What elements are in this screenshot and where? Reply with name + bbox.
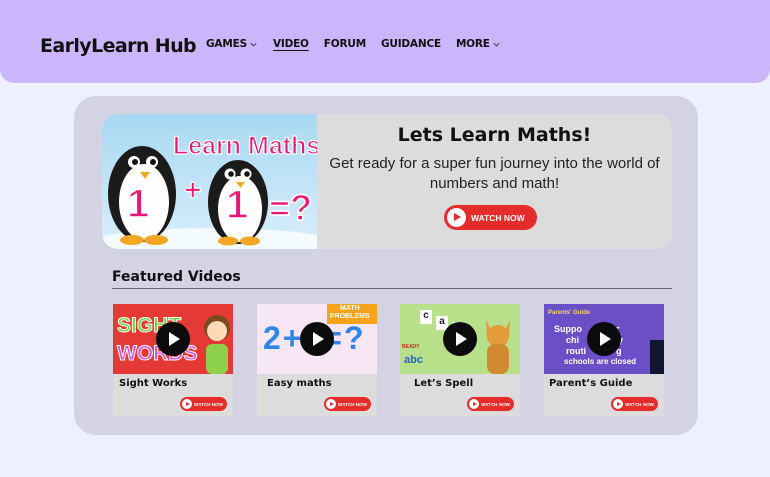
play-icon [182,399,192,409]
nav-more-label: MORE [455,38,490,50]
video-card-lets-spell[interactable]: c a t abc READY Let’s Spell WATCH NOW [400,304,520,416]
hero-thumb-digit-b: 1 [226,183,248,227]
video-card-parents-guide[interactable]: Parents' Guide Suppo r chi y routi g sch… [544,304,664,416]
chevron-down-icon [250,42,257,46]
brand-logo[interactable]: EarlyLearn Hub [40,35,197,57]
hero-video-thumbnail[interactable]: Learn Maths 1 + 1 =? [102,114,317,249]
hero-banner: Learn Maths 1 + 1 =? Lets Learn Maths! G… [102,114,672,249]
nav-games[interactable]: GAMES [206,38,258,50]
video-title: Easy maths [267,378,332,389]
top-header: EarlyLearn Hub GAMES VIDEO FORUM GUIDANC… [0,0,770,83]
nav-games-label: GAMES [206,38,247,50]
thumb-text: Suppo [554,324,582,334]
video-thumbnail[interactable]: SIGHT WORDS [113,304,233,374]
nav-video[interactable]: VIDEO [273,38,309,50]
watch-now-button[interactable]: WATCH NOW [180,397,227,411]
thumb-text: READY [402,344,420,350]
nav-video-label: VIDEO [272,38,309,50]
featured-videos-heading: Featured Videos [112,269,241,285]
video-thumbnail[interactable]: Parents' Guide Suppo r chi y routi g sch… [544,304,664,374]
thumb-text: c [420,310,432,324]
watch-now-button[interactable]: WATCH NOW [324,397,371,411]
play-button-icon[interactable] [156,322,190,356]
video-thumbnail[interactable]: c a t abc READY [400,304,520,374]
girl-illustration [204,315,230,374]
thumb-text: MATH [340,305,360,312]
nav-more[interactable]: MORE [456,38,501,50]
hero-thumb-digit-a: 1 [127,182,149,226]
video-title: Parent’s Guide [549,378,633,389]
cat-illustration [486,320,510,374]
hero-subtitle: Get ready for a super fun journey into t… [329,155,660,192]
thumb-figure [650,340,664,374]
play-icon [469,399,479,409]
play-button-icon[interactable] [300,322,334,356]
video-thumbnail[interactable]: MATH PROBLEMS 2+5=? [257,304,377,374]
nav-guidance[interactable]: GUIDANCE [381,38,441,50]
watch-now-label: WATCH NOW [194,401,224,407]
watch-now-label: WATCH NOW [338,401,368,407]
thumb-text: chi [566,335,580,345]
thumb-text: abc [404,354,423,366]
video-card-sight-works[interactable]: SIGHT WORDS Sight Works WATCH NOW [113,304,233,416]
penguins-illustration: Learn Maths 1 + 1 =? [102,131,317,249]
video-title: Let’s Spell [414,378,474,389]
watch-now-label: WATCH NOW [481,401,511,407]
nav-guidance-label: GUIDANCE [380,38,441,50]
thumb-text: PROBLEMS [330,313,370,320]
play-button-icon[interactable] [587,322,621,356]
section-divider [112,288,672,289]
thumb-text: Parents' Guide [548,310,591,316]
hero-title: Lets Learn Maths! [397,124,592,146]
hero-thumb-equals: =? [269,187,312,228]
play-icon [326,399,336,409]
nav-forum[interactable]: FORUM [324,38,366,50]
hero-thumb-headline: Learn Maths [173,132,317,160]
nav-forum-label: FORUM [323,38,366,50]
hero-thumb-plus: + [184,174,202,207]
watch-now-button[interactable]: WATCH NOW [467,397,514,411]
thumb-text: routi [566,346,586,356]
hero-watch-now-button[interactable]: WATCH NOW [444,205,537,230]
play-icon [613,399,623,409]
hero-watch-label: WATCH NOW [471,212,525,223]
play-button-icon[interactable] [443,322,477,356]
play-icon [447,208,466,227]
watch-now-button[interactable]: WATCH NOW [611,397,658,411]
main-nav: GAMES VIDEO FORUM GUIDANCE MORE [206,38,501,50]
watch-now-label: WATCH NOW [625,401,655,407]
thumb-text: schools are closed [564,357,637,366]
video-card-easy-maths[interactable]: MATH PROBLEMS 2+5=? Easy maths WATCH NOW [257,304,377,416]
video-title: Sight Works [119,378,188,389]
chevron-down-icon [493,42,500,46]
